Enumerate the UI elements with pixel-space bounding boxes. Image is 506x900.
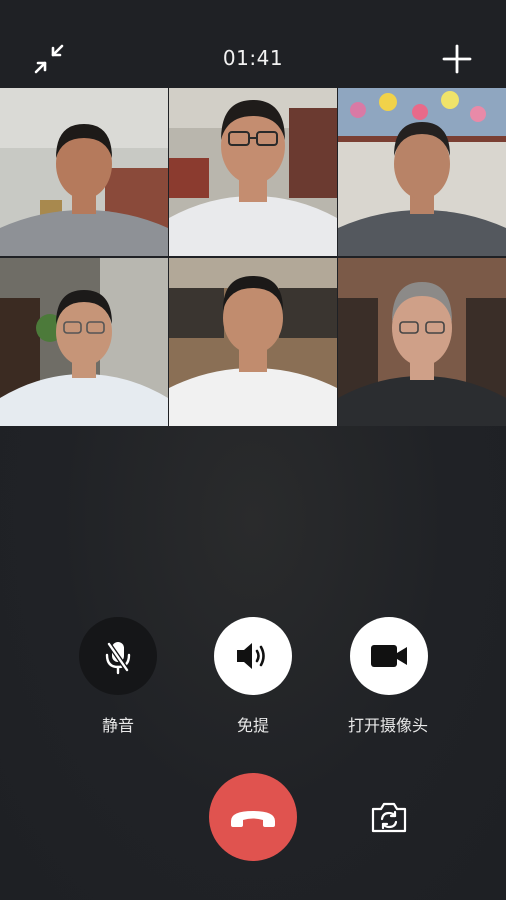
mute-label: 静音 [101, 716, 134, 735]
speaker-button[interactable] [214, 617, 292, 695]
camera-toggle-button[interactable] [350, 617, 428, 695]
participant-video-grid [0, 88, 506, 426]
participant-video-5 [169, 258, 337, 426]
hang-up-button[interactable] [209, 773, 297, 861]
participant-video-tile[interactable] [338, 88, 506, 256]
participant-video-3 [338, 88, 506, 256]
mute-button[interactable] [79, 617, 157, 695]
participant-video-tile[interactable] [0, 88, 168, 256]
participant-video-tile[interactable] [169, 88, 337, 256]
call-top-bar: 01:41 [0, 0, 506, 88]
add-participant-button[interactable] [440, 42, 474, 76]
participant-video-tile[interactable] [169, 258, 337, 426]
speaker-label: 免提 [236, 716, 269, 735]
switch-camera-icon [371, 802, 407, 833]
participant-video-tile[interactable] [338, 258, 506, 426]
speaker-icon [237, 643, 265, 669]
camera-toggle-label: 打开摄像头 [347, 716, 428, 735]
participant-video-tile[interactable] [0, 258, 168, 426]
mic-off-icon [105, 641, 131, 675]
video-camera-icon [371, 645, 407, 667]
hang-up-icon [231, 811, 275, 827]
plus-icon [442, 44, 472, 74]
call-timer: 01:41 [222, 46, 284, 70]
participant-video-4 [0, 258, 168, 426]
participant-video-6 [338, 258, 506, 426]
participant-video-1 [0, 88, 168, 256]
participant-video-2 [169, 88, 337, 256]
switch-camera-button[interactable] [368, 797, 410, 837]
